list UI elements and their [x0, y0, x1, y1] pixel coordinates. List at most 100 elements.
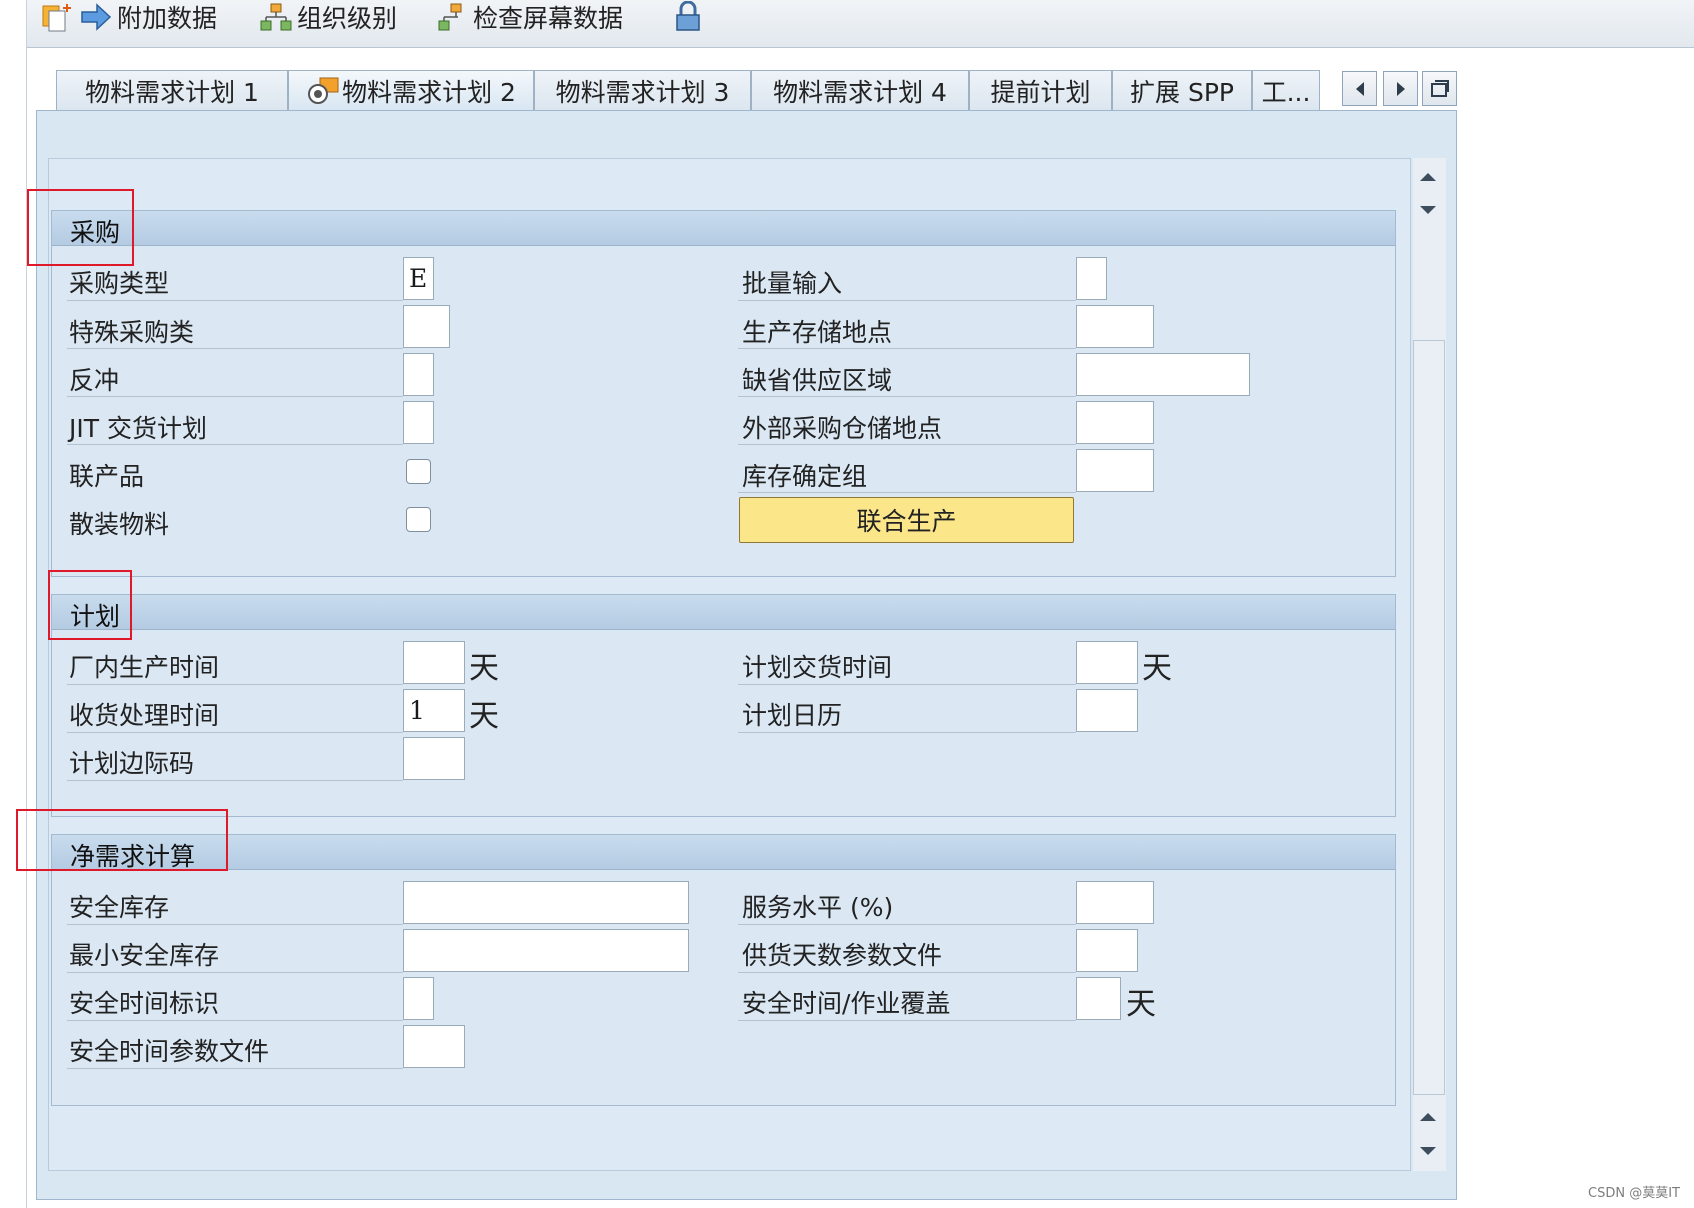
safety-time-coverage-field[interactable]	[1076, 977, 1121, 1020]
highlight-box-planning	[48, 570, 132, 640]
tab-label: 物料需求计划 3	[555, 78, 730, 107]
watermark: CSDN @莫莫IT	[1588, 1186, 1680, 1201]
label-underline	[738, 924, 1076, 925]
tab-label: 提前计划	[990, 78, 1091, 107]
highlight-box-procurement	[27, 189, 134, 266]
safety-time-indicator-field[interactable]	[403, 977, 434, 1020]
stock-determination-group-field[interactable]	[1076, 449, 1154, 492]
planned-delivery-time-field[interactable]	[1076, 641, 1138, 684]
planning-group: 计划	[51, 594, 1396, 817]
tab-scroll-right-button[interactable]	[1383, 71, 1418, 106]
triangle-right-icon	[1396, 81, 1405, 96]
check-screen-data-label: 检查屏幕数据	[473, 4, 624, 33]
triangle-down-icon	[1420, 206, 1436, 214]
org-levels-button[interactable]: 组织级别	[259, 0, 397, 34]
in-house-production-time-field[interactable]	[403, 641, 465, 684]
batch-entry-field[interactable]	[1076, 257, 1107, 300]
triangle-up-icon	[1420, 1113, 1436, 1121]
ext-proc-storage-location-label: 外部采购仓储地点	[742, 414, 943, 443]
window-list-icon	[1430, 79, 1449, 97]
service-level-label: 服务水平 (%)	[742, 893, 894, 922]
planning-calendar-field[interactable]	[1076, 689, 1138, 732]
tab-list-button[interactable]	[1422, 71, 1457, 106]
triangle-up-icon	[1420, 173, 1436, 181]
scrollbar-thumb[interactable]	[1413, 340, 1445, 1095]
tab-mrp-4[interactable]: 物料需求计划 4	[751, 70, 969, 111]
batch-entry-label: 批量输入	[742, 269, 843, 298]
label-underline	[738, 492, 1076, 493]
scroll-page-down-button[interactable]	[1414, 1138, 1442, 1166]
stock-determination-group-label: 库存确定组	[742, 462, 868, 491]
scroll-page-up-button[interactable]	[1414, 1102, 1442, 1130]
scheduling-margin-key-label: 计划边际码	[69, 749, 195, 778]
additional-data-label: 附加数据	[117, 4, 218, 33]
in-house-production-time-label: 厂内生产时间	[69, 653, 220, 682]
label-underline	[738, 300, 1076, 301]
safety-time-coverage-label: 安全时间/作业覆盖	[742, 989, 951, 1018]
tab-forecasting[interactable]: 提前计划	[969, 70, 1112, 111]
application-toolbar: 附加数据 组织级别 检查屏幕数据	[27, 0, 1694, 48]
joint-production-button[interactable]: 联合生产	[739, 497, 1074, 543]
safety-time-profile-label: 安全时间参数文件	[69, 1037, 270, 1066]
co-product-checkbox[interactable]	[406, 459, 431, 484]
check-hierarchy-icon	[438, 3, 462, 31]
triangle-down-icon	[1420, 1147, 1436, 1155]
lock-icon	[676, 1, 700, 31]
triangle-left-icon	[1355, 81, 1364, 96]
coverage-profile-field[interactable]	[1076, 929, 1138, 972]
left-window-edge	[0, 0, 27, 1208]
planning-calendar-label: 计划日历	[742, 701, 843, 730]
special-procurement-field[interactable]	[403, 305, 450, 348]
backflush-field[interactable]	[403, 353, 434, 396]
days-unit: 天	[1126, 987, 1156, 1022]
tab-mrp-2[interactable]: 物料需求计划 2	[288, 70, 534, 111]
org-hierarchy-icon	[260, 3, 292, 31]
label-underline	[67, 780, 403, 781]
scroll-up-button[interactable]	[1414, 162, 1442, 190]
lock-button[interactable]	[673, 0, 707, 34]
min-safety-stock-field[interactable]	[403, 929, 689, 972]
service-level-field[interactable]	[1076, 881, 1154, 924]
scheduling-margin-key-field[interactable]	[403, 737, 465, 780]
tab-mrp-1[interactable]: 物料需求计划 1	[56, 70, 288, 111]
org-levels-label: 组织级别	[297, 4, 398, 33]
scroll-down-button[interactable]	[1414, 197, 1442, 225]
procurement-group-header: 采购	[52, 211, 1395, 247]
tab-label: 物料需求计划 4	[773, 78, 947, 107]
label-underline	[67, 684, 403, 685]
additional-data-button[interactable]: 附加数据	[41, 0, 217, 34]
bulk-material-checkbox[interactable]	[406, 507, 431, 532]
net-requirements-group-header: 净需求计算	[52, 835, 1395, 871]
safety-stock-field[interactable]	[403, 881, 689, 924]
tab-mrp-3[interactable]: 物料需求计划 3	[534, 70, 751, 111]
procurement-type-field[interactable]: E	[403, 257, 434, 300]
highlight-box-net-requirements	[16, 809, 228, 871]
jit-schedule-label: JIT 交货计划	[69, 414, 207, 443]
tab-label: 工...	[1261, 78, 1311, 107]
label-underline	[67, 1020, 403, 1021]
tab-label: 物料需求计划 2	[342, 78, 516, 107]
safety-stock-label: 安全库存	[69, 893, 170, 922]
tab-extended-spp[interactable]: 扩展 SPP	[1112, 70, 1252, 111]
label-underline	[738, 396, 1076, 397]
default-supply-area-field[interactable]	[1076, 353, 1250, 396]
ext-proc-storage-location-field[interactable]	[1076, 401, 1154, 444]
safety-time-profile-field[interactable]	[403, 1025, 465, 1068]
days-unit: 天	[469, 699, 499, 734]
special-procurement-label: 特殊采购类	[69, 318, 195, 347]
label-underline	[738, 972, 1076, 973]
label-underline	[738, 444, 1076, 445]
prod-storage-location-label: 生产存储地点	[742, 318, 893, 347]
jit-schedule-field[interactable]	[403, 401, 434, 444]
safety-time-indicator-label: 安全时间标识	[69, 989, 220, 1018]
label-underline	[67, 972, 403, 973]
tab-more[interactable]: 工...	[1252, 70, 1320, 111]
gr-processing-time-field[interactable]: 1	[403, 689, 465, 732]
check-screen-data-button[interactable]: 检查屏幕数据	[435, 0, 623, 34]
tab-label: 物料需求计划 1	[85, 78, 259, 107]
tab-scroll-left-button[interactable]	[1342, 71, 1377, 106]
label-underline	[67, 1068, 403, 1069]
prod-storage-location-field[interactable]	[1076, 305, 1154, 348]
label-underline	[67, 348, 403, 349]
label-underline	[67, 732, 403, 733]
